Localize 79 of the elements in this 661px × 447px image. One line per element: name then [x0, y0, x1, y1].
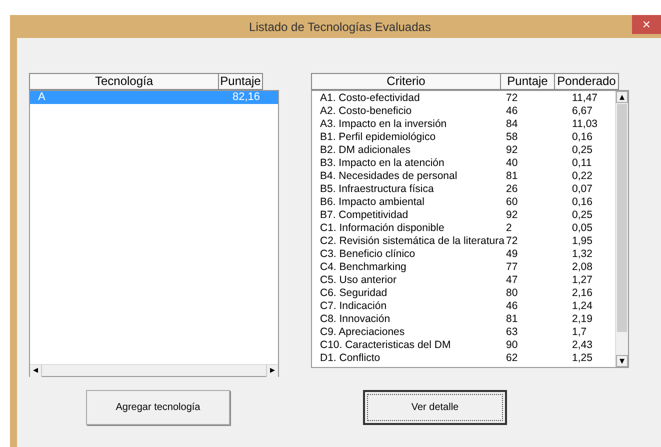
weighted-score: 0,25	[572, 209, 594, 222]
weighted-score: 0,25	[572, 144, 594, 157]
column-header[interactable]: Puntaje	[219, 73, 263, 90]
criterion-name: B6. Impacto ambiental	[319, 196, 426, 209]
criterion-score: 72	[506, 92, 519, 105]
criterion-score: 81	[506, 170, 519, 183]
close-button[interactable]: ×	[632, 15, 661, 34]
criterion-score: 62	[506, 352, 519, 365]
criterion-name: B5. Infraestructura física	[319, 183, 435, 196]
criterion-score: 46	[506, 300, 519, 313]
weighted-score: 0,22	[572, 170, 594, 183]
weighted-score: 2,16	[572, 287, 594, 300]
criterion-name: C7. Indicación	[319, 300, 388, 313]
criterion-score: 58	[506, 131, 519, 144]
criterion-score: 60	[506, 196, 519, 209]
criterion-score: 81	[506, 313, 519, 326]
criterion-name: B3. Impacto en la atención	[319, 157, 446, 170]
criterion-score: 72	[506, 235, 519, 248]
criterion-score: 92	[506, 144, 519, 157]
criterion-name: B2. DM adicionales	[319, 144, 412, 157]
window-title: Listado de Tecnologías Evaluadas	[249, 18, 431, 36]
criterion-score: 90	[506, 339, 519, 352]
weighted-score: 2,19	[572, 313, 594, 326]
weighted-score: 0,11	[572, 157, 593, 170]
criterion-score: 47	[506, 274, 519, 287]
criterion-score: 84	[506, 118, 519, 131]
criterion-name: C8. Innovación	[319, 313, 392, 326]
criterion-name: C5. Uso anterior	[319, 274, 398, 287]
weighted-score: 1,7	[572, 326, 588, 339]
criterion-score: 46	[506, 105, 519, 118]
criterion-name: A1. Costo-efectividad	[319, 92, 421, 105]
scroll-up-button[interactable]: ▴	[616, 91, 628, 103]
criterion-score: 92	[506, 209, 519, 222]
column-header[interactable]: Puntaje	[501, 73, 555, 90]
scrollbar-thumb[interactable]	[617, 104, 627, 332]
action-button[interactable]: Agregar tecnología	[86, 390, 230, 425]
weighted-score: 1,95	[572, 235, 594, 248]
criterion-name: C9. Apreciaciones	[319, 326, 406, 339]
criterion-score: 2	[506, 222, 513, 235]
criterion-score: 80	[506, 287, 519, 300]
criterion-name: C1. Información disponible	[319, 222, 446, 235]
column-header[interactable]: Tecnología	[29, 73, 219, 90]
weighted-score: 0,05	[572, 222, 594, 235]
weighted-score: 0,16	[572, 131, 594, 144]
criterion-score: 49	[506, 248, 519, 261]
action-button[interactable]: Ver detalle	[363, 390, 507, 425]
technology-score: 82,16	[231, 91, 260, 104]
criterion-name: C2. Revisión sistemática de la literatura	[319, 235, 506, 248]
weighted-score: 2,08	[572, 261, 594, 274]
weighted-score: 6,67	[572, 105, 594, 118]
technology-name: A	[37, 91, 46, 104]
weighted-score: 2,43	[572, 339, 594, 352]
criterion-name: A3. Impacto en la inversión	[319, 118, 448, 131]
weighted-score: 0,07	[572, 183, 594, 196]
criterion-name: A2. Costo-beneficio	[319, 105, 413, 118]
criterion-name: C3. Beneficio clínico	[319, 248, 416, 261]
weighted-score: 1,32	[572, 248, 594, 261]
criterion-score: 63	[506, 326, 519, 339]
column-header[interactable]: Criterio	[311, 73, 501, 90]
weighted-score: 1,24	[572, 300, 594, 313]
criterion-name: C6. Seguridad	[319, 287, 388, 300]
criterion-score: 77	[506, 261, 519, 274]
criterion-score: 40	[506, 157, 519, 170]
criterion-name: B7. Competitividad	[319, 209, 410, 222]
criterion-name: D1. Conflicto	[319, 352, 382, 365]
criterion-score: 26	[506, 183, 519, 196]
weighted-score: 1,27	[572, 274, 594, 287]
criterion-name: C4. Benchmarking	[319, 261, 408, 274]
weighted-score: 1,25	[572, 352, 594, 365]
weighted-score: 11,47	[572, 92, 598, 105]
scroll-left-button[interactable]: ◂	[30, 364, 42, 376]
scroll-right-button[interactable]: ▸	[266, 364, 278, 376]
scroll-down-button[interactable]: ▾	[616, 355, 628, 367]
criterion-name: B1. Perfil epidemiológico	[319, 131, 437, 144]
criterion-name: C10. Caracteristicas del DM	[319, 339, 452, 352]
column-header[interactable]: Ponderado	[555, 73, 619, 90]
criterion-name: B4. Necesidades de personal	[319, 170, 458, 183]
weighted-score: 0,16	[572, 196, 594, 209]
weighted-score: 11,03	[572, 118, 598, 131]
